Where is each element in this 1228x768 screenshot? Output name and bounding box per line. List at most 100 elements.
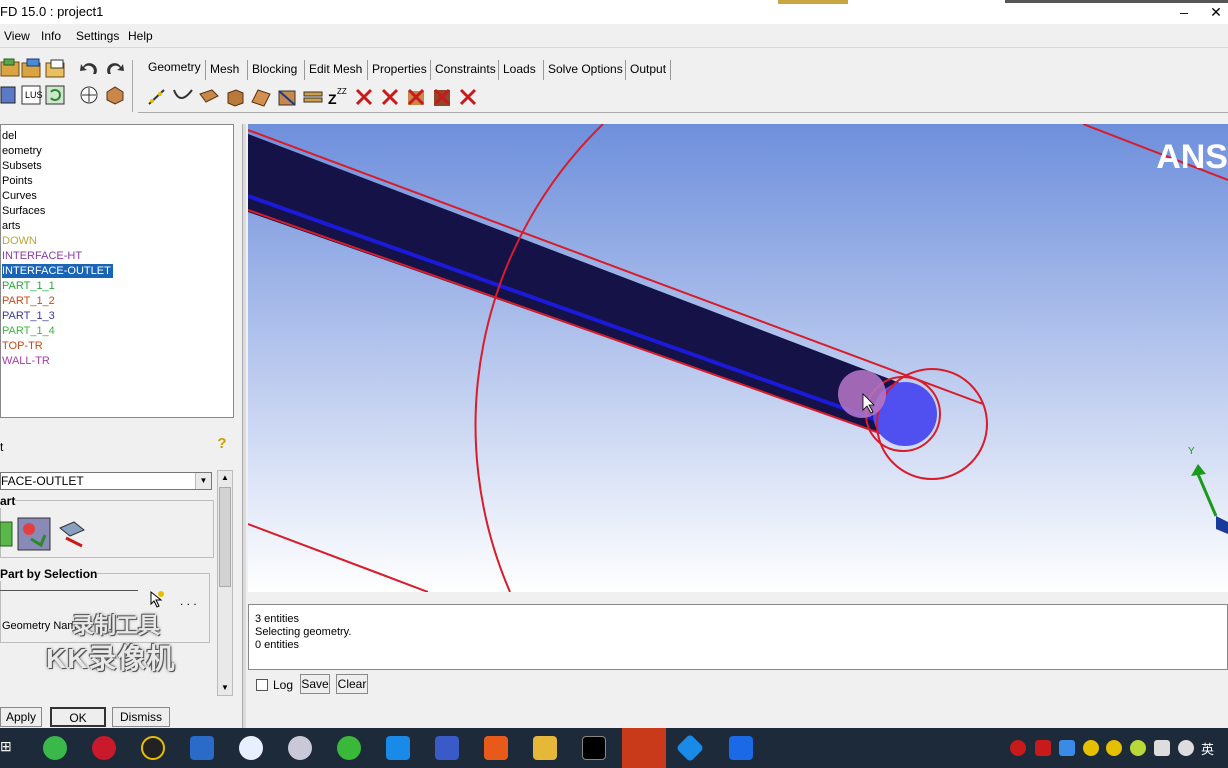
terminal-icon[interactable] bbox=[582, 736, 606, 760]
tray-antivirus-icon[interactable] bbox=[1010, 740, 1026, 756]
tray-plus-icon[interactable] bbox=[1130, 740, 1146, 756]
log-checkbox[interactable] bbox=[256, 679, 268, 691]
tray-volume-icon[interactable] bbox=[1178, 740, 1194, 756]
presentation-app-icon[interactable] bbox=[484, 736, 508, 760]
open-geometry-icon[interactable] bbox=[21, 58, 43, 80]
refresh-icon[interactable] bbox=[45, 84, 67, 106]
help-icon[interactable]: ? bbox=[213, 435, 231, 455]
menu-settings[interactable]: Settings bbox=[76, 29, 119, 43]
scroll-up-icon[interactable]: ▲ bbox=[218, 471, 232, 485]
create-point-icon[interactable] bbox=[146, 86, 168, 108]
tree-item-top-tr[interactable]: TOP-TR bbox=[2, 339, 43, 353]
repair-geometry-icon[interactable] bbox=[276, 86, 298, 108]
delete-point-icon[interactable] bbox=[353, 86, 375, 108]
phone-mirror-icon[interactable] bbox=[729, 736, 753, 760]
tree-item-interface-outlet[interactable]: INTERFACE-OUTLET bbox=[2, 264, 113, 278]
delete-surface-icon[interactable] bbox=[405, 86, 427, 108]
save-log-button[interactable]: Save bbox=[300, 674, 330, 694]
chat-app-icon[interactable] bbox=[190, 736, 214, 760]
qq-app-icon[interactable] bbox=[141, 736, 165, 760]
tree-item-part-1-2[interactable]: PART_1_2 bbox=[2, 294, 55, 308]
apply-button[interactable]: Apply bbox=[0, 707, 42, 727]
tab-loads[interactable]: Loads bbox=[498, 60, 540, 80]
menu-help[interactable]: Help bbox=[128, 29, 153, 43]
ok-button[interactable]: OK bbox=[50, 707, 106, 727]
delete-body-icon[interactable] bbox=[431, 86, 453, 108]
tetin-file-icon[interactable]: LUS bbox=[21, 84, 43, 106]
tray-network-icon[interactable] bbox=[1059, 740, 1075, 756]
tray-qq2-icon[interactable] bbox=[1106, 740, 1122, 756]
close-button[interactable]: ✕ bbox=[1206, 2, 1226, 22]
tab-properties[interactable]: Properties bbox=[367, 60, 431, 80]
umbrella-app-icon[interactable] bbox=[288, 736, 312, 760]
input-method-indicator[interactable]: 英 bbox=[1201, 739, 1214, 758]
menu-view[interactable]: View bbox=[4, 29, 30, 43]
assembly-icon[interactable] bbox=[17, 517, 51, 551]
tab-constraints[interactable]: Constraints bbox=[430, 60, 500, 80]
tree-item-curves[interactable]: Curves bbox=[2, 189, 37, 203]
tree-item-geometry[interactable]: eometry bbox=[2, 144, 42, 158]
tray-display-icon[interactable] bbox=[1154, 740, 1170, 756]
task-view-icon[interactable]: ⊞ bbox=[0, 738, 12, 755]
tab-mesh[interactable]: Mesh bbox=[205, 60, 243, 80]
panel-scrollbar[interactable]: ▲ ▼ bbox=[217, 470, 233, 696]
tab-geometry[interactable]: Geometry bbox=[144, 58, 205, 78]
transform-geometry-icon[interactable]: Z ZZ bbox=[327, 86, 349, 108]
tree-item-parts[interactable]: arts bbox=[2, 219, 20, 233]
feishu-app-icon[interactable] bbox=[386, 736, 410, 760]
menu-info[interactable]: Info bbox=[41, 29, 61, 43]
wechat-app-icon[interactable] bbox=[337, 736, 361, 760]
file-explorer-icon[interactable] bbox=[533, 736, 557, 760]
more-options-button[interactable]: . . . bbox=[180, 594, 197, 608]
panel-splitter[interactable] bbox=[242, 124, 246, 728]
select-entities-icon[interactable] bbox=[148, 590, 166, 608]
tree-item-model[interactable]: del bbox=[2, 129, 17, 143]
tree-item-part-1-1[interactable]: PART_1_1 bbox=[2, 279, 55, 293]
browser-app-icon[interactable] bbox=[43, 736, 67, 760]
save-project-icon[interactable] bbox=[45, 58, 67, 80]
tree-item-interface-ht[interactable]: INTERFACE-HT bbox=[2, 249, 82, 263]
geometry-utilities-icon[interactable] bbox=[302, 86, 324, 108]
tree-item-wall-tr[interactable]: WALL-TR bbox=[2, 354, 50, 368]
delete-empty-parts-icon[interactable] bbox=[56, 518, 88, 550]
create-part-icon[interactable] bbox=[0, 518, 14, 550]
fit-window-icon[interactable] bbox=[78, 84, 100, 106]
tree-item-points[interactable]: Points bbox=[2, 174, 33, 188]
tree-item-part-1-4[interactable]: PART_1_4 bbox=[2, 324, 55, 338]
entity-selection-input[interactable] bbox=[0, 590, 138, 591]
chevron-down-icon[interactable]: ▼ bbox=[195, 473, 211, 489]
security-app-icon[interactable] bbox=[239, 736, 263, 760]
geometry-canvas[interactable] bbox=[248, 124, 1228, 592]
minimize-button[interactable]: – bbox=[1174, 2, 1194, 22]
scrollbar-thumb[interactable] bbox=[219, 487, 231, 587]
create-faceted-icon[interactable] bbox=[250, 86, 272, 108]
tree-item-down[interactable]: DOWN bbox=[2, 234, 37, 248]
open-project-icon[interactable] bbox=[0, 58, 22, 80]
create-curve-icon[interactable] bbox=[172, 86, 194, 108]
dismiss-button[interactable]: Dismiss bbox=[112, 707, 170, 727]
tab-solve-options[interactable]: Solve Options bbox=[543, 60, 627, 80]
scroll-down-icon[interactable]: ▼ bbox=[218, 681, 232, 695]
tray-qq-icon[interactable] bbox=[1083, 740, 1099, 756]
wps-app-icon[interactable] bbox=[622, 728, 666, 768]
tab-blocking[interactable]: Blocking bbox=[247, 60, 301, 80]
tab-edit-mesh[interactable]: Edit Mesh bbox=[304, 60, 366, 80]
delete-curve-icon[interactable] bbox=[379, 86, 401, 108]
clear-log-button[interactable]: Clear bbox=[336, 674, 368, 694]
tree-item-surfaces[interactable]: Surfaces bbox=[2, 204, 45, 218]
print-app-icon[interactable] bbox=[435, 736, 459, 760]
ansys-app-icon[interactable] bbox=[675, 733, 705, 763]
graphics-viewport[interactable]: ANS Y bbox=[248, 124, 1228, 592]
tree-item-part-1-3[interactable]: PART_1_3 bbox=[2, 309, 55, 323]
redo-icon[interactable] bbox=[104, 58, 126, 80]
mesh-file-icon[interactable] bbox=[0, 84, 22, 106]
part-combo[interactable]: FACE-OUTLET ▼ bbox=[0, 472, 212, 490]
tab-output[interactable]: Output bbox=[625, 60, 672, 80]
shaded-solid-icon[interactable] bbox=[104, 84, 126, 106]
netease-app-icon[interactable] bbox=[92, 736, 116, 760]
delete-any-entity-icon[interactable] bbox=[457, 86, 479, 108]
tray-wps-icon[interactable] bbox=[1035, 740, 1051, 756]
message-console[interactable]: 3 entities Selecting geometry. 0 entitie… bbox=[248, 604, 1228, 670]
create-surface-icon[interactable] bbox=[198, 86, 220, 108]
tree-item-subsets[interactable]: Subsets bbox=[2, 159, 42, 173]
